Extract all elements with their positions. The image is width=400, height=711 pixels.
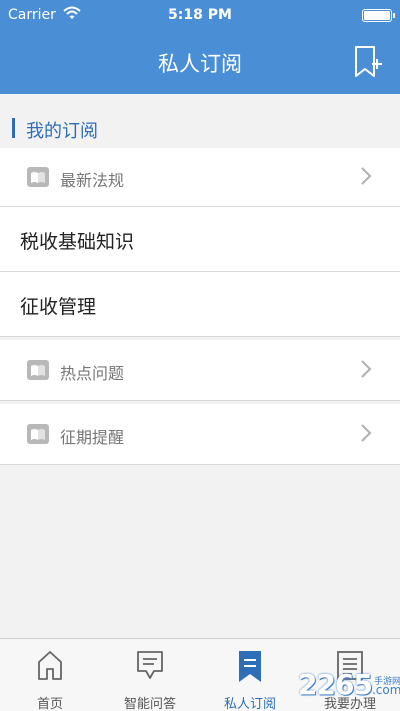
tab-private-subscription[interactable]: 私人订阅 <box>200 639 300 711</box>
section-title: 我的订阅 <box>26 121 98 142</box>
watermark-logo: 2265.com 手游网 <box>298 668 400 701</box>
subscription-row-tax-basics[interactable]: 税收基础知识 <box>0 207 400 271</box>
row-label: 最新法规 <box>60 171 125 190</box>
bookmark-add-icon[interactable] <box>352 44 384 80</box>
watermark-subtitle: 手游网 <box>374 677 400 687</box>
watermark-text: 2265 <box>298 668 373 701</box>
book-icon <box>27 360 49 380</box>
tab-home[interactable]: 首页 <box>0 639 100 711</box>
subscription-row-hot-topics[interactable]: 热点问题 <box>0 340 400 400</box>
status-bar: Carrier 5:18 PM <box>0 0 400 30</box>
chevron-right-icon <box>360 166 372 186</box>
row-label: 热点问题 <box>60 364 125 383</box>
book-icon <box>27 424 49 444</box>
tab-smart-qa[interactable]: 智能问答 <box>100 639 200 711</box>
page-title: 私人订阅 <box>158 52 242 76</box>
row-divider <box>0 336 400 337</box>
bookmark-icon <box>237 649 263 687</box>
section-accent-bar <box>12 118 15 138</box>
status-time: 5:18 PM <box>168 7 232 23</box>
subscription-row-latest-regulations[interactable]: 最新法规 <box>0 148 400 206</box>
battery-icon <box>362 9 395 22</box>
home-icon <box>37 649 63 685</box>
tab-label: 首页 <box>36 697 63 711</box>
row-divider <box>0 464 400 465</box>
chevron-right-icon <box>360 359 372 379</box>
tab-label: 私人订阅 <box>223 697 276 711</box>
nav-bar: 私人订阅 <box>0 30 400 94</box>
subscription-row-collection-management[interactable]: 征收管理 <box>0 272 400 336</box>
row-label: 征收管理 <box>20 296 97 318</box>
chat-icon <box>136 649 164 685</box>
chevron-right-icon <box>360 423 372 443</box>
row-label: 税收基础知识 <box>20 231 135 253</box>
subscription-row-deadline-reminders[interactable]: 征期提醒 <box>0 404 400 464</box>
book-icon <box>27 167 49 187</box>
section-header: 我的订阅 <box>0 110 400 146</box>
tab-label: 智能问答 <box>123 697 176 711</box>
row-label: 征期提醒 <box>60 428 125 447</box>
row-divider <box>0 400 400 401</box>
